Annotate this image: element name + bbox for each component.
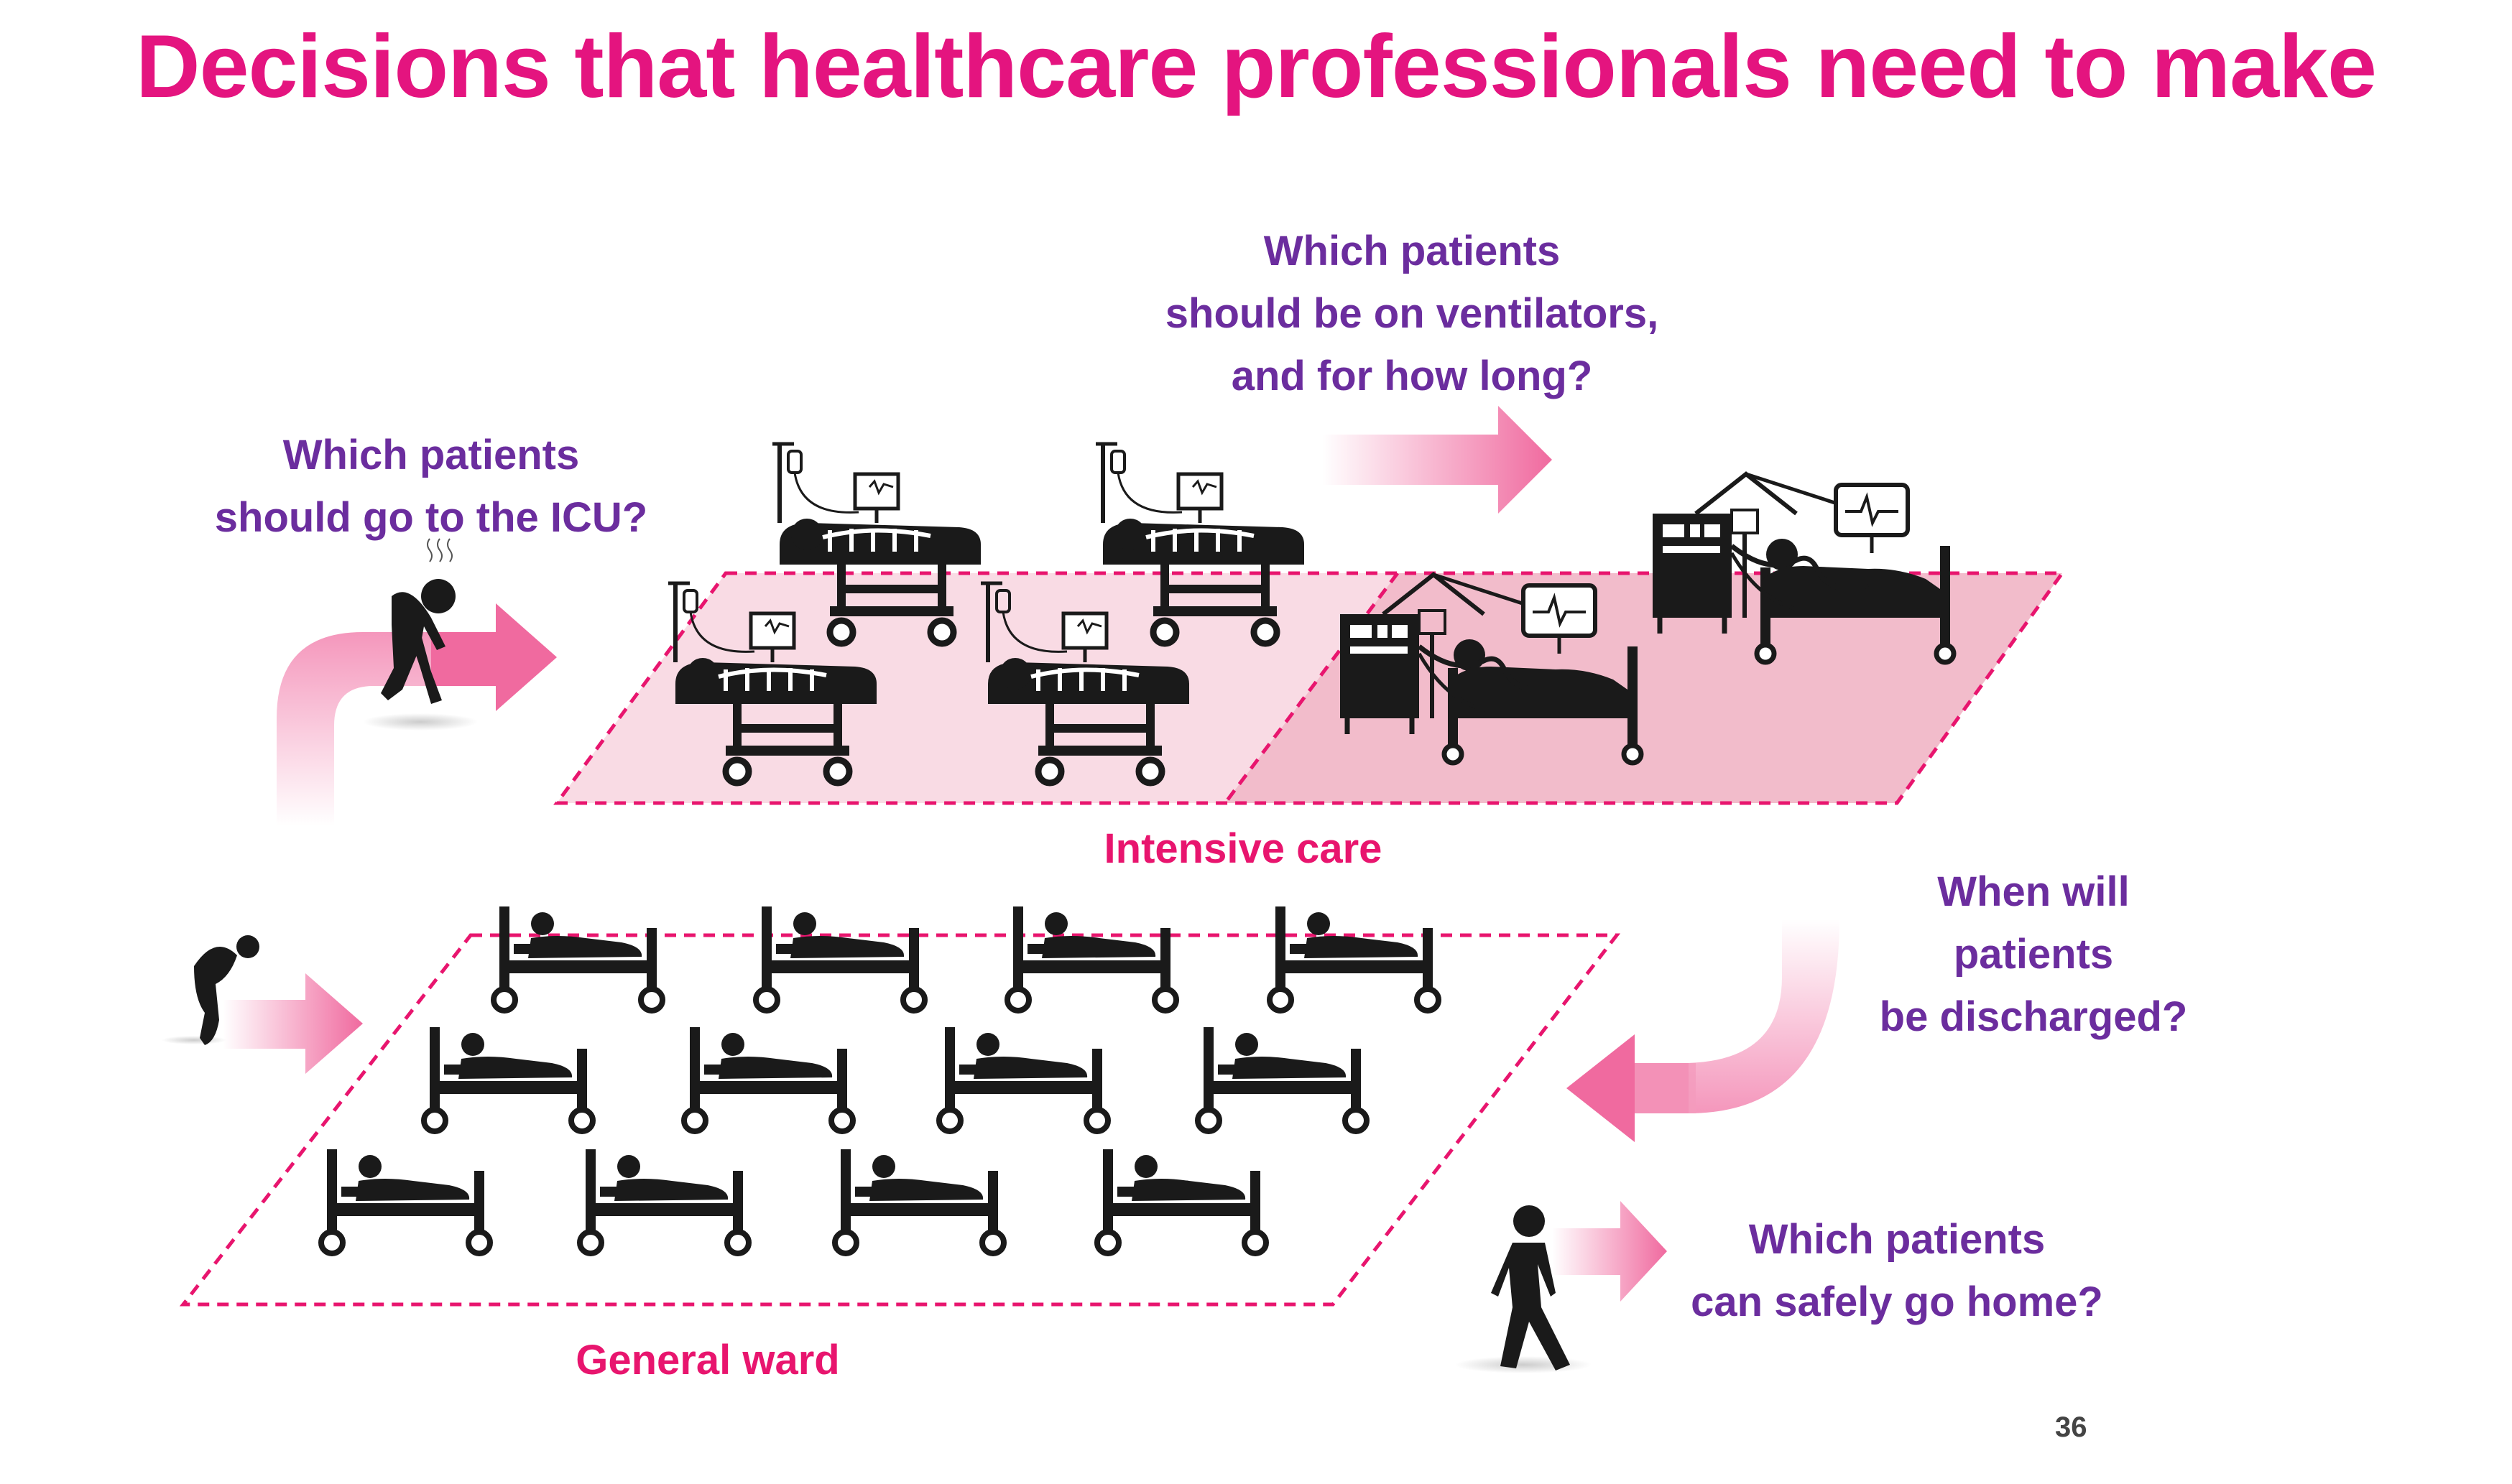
- ward-bed-icon: [1270, 906, 1439, 1011]
- to-ward-arrow: [223, 973, 363, 1074]
- go-home-question-line: Which patients: [1748, 1216, 2046, 1263]
- icu-question-line: should go to the ICU?: [214, 494, 648, 541]
- ward-bed-icon: [1007, 906, 1176, 1011]
- ward-border: [179, 933, 1621, 1307]
- discharge-question-line: When will: [1937, 868, 2130, 915]
- ward-bed-icon: [424, 1027, 593, 1131]
- ventilator-question-line: should be on ventilators,: [1165, 290, 1659, 337]
- to-ventilator-arrow: [1322, 406, 1552, 514]
- icu-question-line: Which patients: [282, 432, 580, 478]
- general-ward-zone: [179, 906, 1621, 1307]
- ward-bed-icon: [1198, 1027, 1367, 1131]
- general-ward-label: General ward: [576, 1337, 840, 1383]
- ward-bed-icon: [756, 906, 925, 1011]
- intensive-care-label: Intensive care: [1104, 825, 1382, 872]
- ward-bed-icon: [321, 1149, 490, 1253]
- ward-bed-icon: [939, 1027, 1108, 1131]
- intensive-care-zone: [553, 444, 2066, 805]
- ward-bed-icon: [580, 1149, 749, 1253]
- discharge-question: When will patients be discharged?: [1847, 861, 2220, 1048]
- discharge-arrow: [1566, 919, 1839, 1142]
- ward-bed-icon: [1097, 1149, 1266, 1253]
- discharge-question-line: be discharged?: [1879, 993, 2188, 1040]
- ward-bed-icon: [835, 1149, 1004, 1253]
- ward-bed-icon: [684, 1027, 853, 1131]
- discharge-question-line: patients: [1953, 931, 2114, 978]
- ventilator-question-line: and for how long?: [1231, 353, 1593, 399]
- page-number: 36: [2055, 1411, 2087, 1443]
- to-home-arrow: [1552, 1201, 1667, 1302]
- ventilator-question-line: Which patients: [1263, 228, 1561, 274]
- ventilator-question: Which patients should be on ventilators,…: [1117, 220, 1707, 407]
- ward-bed-icon: [494, 906, 662, 1011]
- go-home-question-line: can safely go home?: [1691, 1279, 2103, 1325]
- go-home-question: Which patients can safely go home?: [1653, 1208, 2141, 1333]
- icu-question: Which patients should go to the ICU?: [180, 424, 683, 549]
